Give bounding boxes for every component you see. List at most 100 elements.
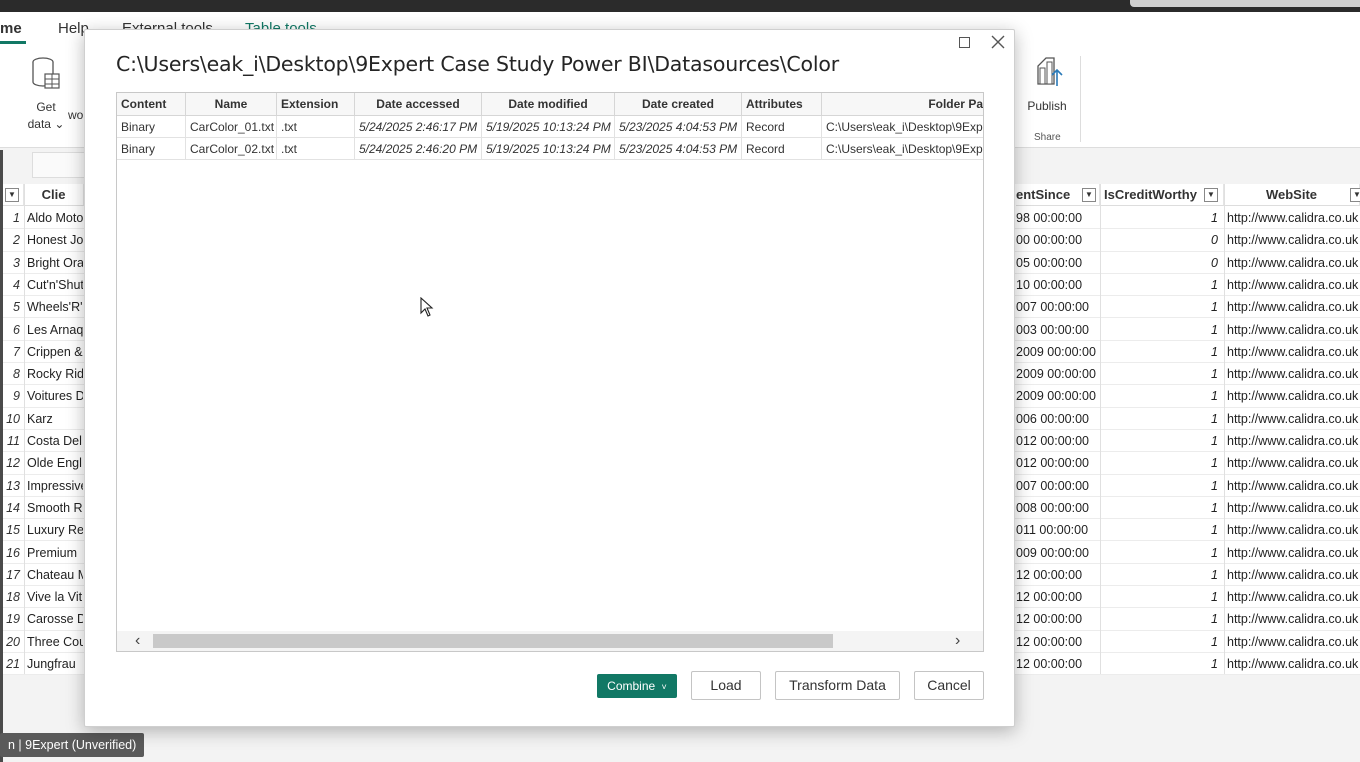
dialog-title: C:\Users\eak_i\Desktop\9Expert Case Stud…	[116, 52, 839, 76]
cell-iscreditworthy: 1	[1211, 300, 1218, 315]
column-header-attributes[interactable]: Attributes	[742, 93, 822, 116]
column-header-website-label: WebSite	[1265, 187, 1318, 202]
search-box[interactable]	[1130, 0, 1360, 7]
filter-dropdown-icon[interactable]: ▼	[5, 188, 19, 202]
cell-iscreditworthy: 1	[1211, 478, 1218, 493]
filter-dropdown-icon[interactable]: ▼	[1350, 188, 1360, 202]
column-header-folder-path[interactable]: Folder Pa	[822, 93, 983, 116]
cancel-button[interactable]: Cancel	[914, 671, 984, 700]
row-number: 2	[13, 233, 20, 248]
status-bar: n | 9Expert (Unverified)	[0, 733, 145, 757]
transform-data-button[interactable]: Transform Data	[775, 671, 900, 700]
cell-since: 12 00:00:00	[1016, 567, 1083, 582]
cell-since: 12 00:00:00	[1016, 612, 1083, 627]
get-data-label-1: Get	[36, 100, 56, 114]
cell-client: Chateau M	[27, 567, 83, 582]
left-edge	[0, 150, 3, 762]
cell-website: http://www.calidra.co.uk	[1227, 389, 1359, 404]
ribbon-label-fragment[interactable]: wo	[68, 108, 83, 122]
row-number: 1	[13, 211, 20, 225]
row-number: 4	[13, 277, 20, 292]
column-header-iscreditworthy[interactable]: IsCreditWorthy ▼	[1100, 184, 1224, 206]
cell-website: http://www.calidra.co.uk	[1227, 233, 1359, 248]
get-data-label-2: data ⌄	[27, 117, 65, 131]
scrollbar-thumb[interactable]	[153, 634, 833, 648]
cell-client: Carosse D	[27, 612, 83, 627]
cell-iscreditworthy: 1	[1211, 211, 1218, 225]
cell-iscreditworthy: 1	[1211, 411, 1218, 426]
cell-website: http://www.calidra.co.uk	[1227, 277, 1359, 292]
column-header-since[interactable]: entSince ▼	[1016, 184, 1100, 206]
row-number: 5	[13, 300, 20, 315]
row-number: 21	[6, 657, 20, 671]
column-header-iscreditworthy-label: IsCreditWorthy	[1104, 187, 1197, 202]
cell-iscreditworthy: 1	[1211, 545, 1218, 560]
table-row[interactable]: Binary CarColor_02.txt .txt 5/24/2025 2:…	[117, 138, 983, 160]
cell-since: 2009 00:00:00	[1016, 344, 1096, 359]
table-cell: Record	[742, 138, 822, 160]
get-data-button[interactable]: Get data ⌄	[26, 56, 66, 133]
row-number: 17	[6, 567, 20, 582]
cell-website: http://www.calidra.co.uk	[1227, 456, 1359, 471]
table-cell: CarColor_02.txt	[186, 138, 277, 160]
cell-iscreditworthy: 1	[1211, 500, 1218, 515]
grid-divider	[24, 184, 25, 674]
row-number: 15	[6, 523, 20, 538]
close-icon[interactable]	[989, 33, 1007, 51]
chevron-down-icon[interactable]: ˅	[662, 682, 667, 692]
cell-website: http://www.calidra.co.uk	[1227, 434, 1359, 448]
filter-dropdown-icon[interactable]: ▼	[1204, 188, 1218, 202]
cell-since: 12 00:00:00	[1016, 590, 1083, 605]
publish-label: Publish	[1027, 99, 1067, 113]
horizontal-scrollbar[interactable]: ‹ ›	[117, 631, 983, 651]
cell-website: http://www.calidra.co.uk	[1227, 590, 1359, 605]
cell-since: 003 00:00:00	[1016, 322, 1089, 337]
cell-website: http://www.calidra.co.uk	[1227, 367, 1359, 382]
scroll-left-icon[interactable]: ‹	[135, 632, 140, 650]
publish-button[interactable]: Publish	[1024, 54, 1070, 113]
row-number: 6	[13, 322, 20, 337]
table-cell: .txt	[277, 116, 355, 138]
cell-since: 007 00:00:00	[1016, 300, 1089, 315]
cell-client: Crippen &	[27, 344, 83, 359]
filter-dropdown-icon[interactable]: ▼	[1082, 188, 1096, 202]
column-header-website[interactable]: WebSite ▼	[1224, 184, 1360, 206]
column-header-extension[interactable]: Extension	[277, 93, 355, 116]
combine-button[interactable]: Combine ˅	[597, 674, 677, 698]
column-header-date-created[interactable]: Date created	[615, 93, 742, 116]
cell-client: Rocky Rid	[27, 367, 83, 382]
row-number: 13	[6, 478, 20, 493]
database-icon	[32, 57, 60, 89]
combine-files-dialog: C:\Users\eak_i\Desktop\9Expert Case Stud…	[84, 29, 1015, 727]
cell-client: Cut'n'Shut	[27, 277, 83, 292]
column-header-date-modified[interactable]: Date modified	[482, 93, 615, 116]
column-header-client[interactable]: Clie	[24, 184, 84, 206]
cell-client: Olde Engl	[27, 456, 82, 471]
cell-website: http://www.calidra.co.uk	[1227, 657, 1359, 671]
column-header-content[interactable]: Content	[117, 93, 186, 116]
cell-website: http://www.calidra.co.uk	[1227, 255, 1359, 270]
tab-home[interactable]: me	[0, 20, 26, 44]
row-number: 11	[7, 434, 20, 448]
cell-iscreditworthy: 1	[1211, 523, 1218, 538]
name-box[interactable]	[32, 152, 92, 178]
cell-since: 008 00:00:00	[1016, 500, 1089, 515]
cell-iscreditworthy: 1	[1211, 277, 1218, 292]
column-header-since-label: entSince	[1016, 187, 1071, 202]
cell-since: 12 00:00:00	[1016, 634, 1083, 649]
cell-since: 007 00:00:00	[1016, 478, 1089, 493]
maximize-icon[interactable]	[959, 37, 970, 48]
load-button[interactable]: Load	[691, 671, 761, 700]
row-number: 9	[13, 389, 20, 404]
cell-website: http://www.calidra.co.uk	[1227, 523, 1359, 538]
cell-iscreditworthy: 0	[1211, 255, 1218, 270]
table-row[interactable]: Binary CarColor_01.txt .txt 5/24/2025 2:…	[117, 116, 983, 138]
cell-iscreditworthy: 1	[1211, 590, 1218, 605]
cell-client: Wheels'R'	[27, 300, 83, 315]
cell-client: Luxury Re	[27, 523, 83, 538]
cell-since: 006 00:00:00	[1016, 411, 1089, 426]
column-header-name[interactable]: Name	[186, 93, 277, 116]
column-header-date-accessed[interactable]: Date accessed	[355, 93, 482, 116]
row-number: 14	[6, 500, 20, 515]
scroll-right-icon[interactable]: ›	[955, 632, 960, 650]
